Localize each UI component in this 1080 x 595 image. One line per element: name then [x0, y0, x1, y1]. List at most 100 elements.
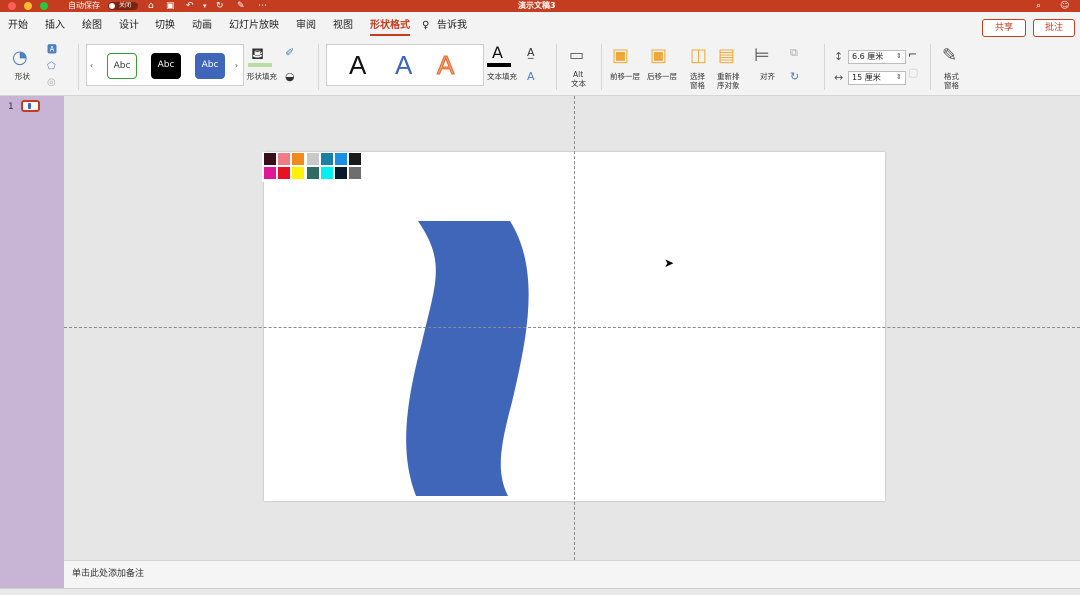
reorder-label-line1[interactable]: 重新排 [717, 72, 740, 81]
divider [824, 44, 825, 90]
home-icon[interactable]: ⌂ [148, 1, 154, 11]
edit-shape-icon[interactable]: ⬠ [47, 60, 56, 74]
undo-icon[interactable]: ↶ [186, 1, 194, 11]
shape-effects-icon[interactable]: ◒ [285, 70, 295, 84]
minimize-window-button[interactable] [24, 2, 32, 10]
autosave-toggle[interactable]: 关闭 [108, 2, 138, 10]
more-icon[interactable]: ⋯ [258, 1, 267, 11]
group-icon[interactable]: ⧉ [790, 46, 798, 60]
shape-fill-color-bar [248, 63, 272, 67]
account-icon[interactable]: ☺ [1060, 1, 1069, 11]
text-fill-label[interactable]: 文本填充 [487, 72, 517, 81]
wave-shape[interactable] [406, 221, 529, 496]
selection-pane-label-line2[interactable]: 窗格 [690, 81, 705, 90]
chevron-down-icon[interactable]: ▾ [203, 1, 207, 11]
format-pane-label-line2[interactable]: 窗格 [944, 81, 959, 90]
style-sample-dark[interactable]: Abc [151, 53, 181, 79]
text-effects-icon[interactable]: A [527, 70, 535, 84]
selection-pane-label-line1[interactable]: 选择 [690, 72, 705, 81]
gallery-scroll-right[interactable]: › [235, 61, 238, 70]
color-swatch[interactable] [349, 153, 362, 165]
search-icon[interactable]: ⌕ [1036, 1, 1041, 11]
vertical-guide[interactable] [574, 96, 575, 560]
crop-icon[interactable]: ⌐ [908, 48, 917, 62]
tab-design[interactable]: 设计 [119, 19, 139, 33]
text-outline-icon[interactable]: A̲ [527, 46, 535, 60]
merge-shapes-icon[interactable]: ◎ [47, 76, 56, 90]
color-swatch[interactable] [278, 153, 291, 165]
height-icon: ↕ [834, 50, 844, 63]
align-icon[interactable]: ⊨ [754, 46, 770, 66]
shape-outline-icon[interactable]: ✐ [285, 46, 294, 60]
send-backward-label[interactable]: 后移一层 [647, 72, 677, 81]
wordart-sample-black[interactable]: A [349, 49, 366, 81]
edit-icon[interactable]: ✎ [237, 1, 245, 11]
text-fill-icon[interactable]: A [492, 44, 503, 62]
color-swatch[interactable] [264, 167, 276, 179]
color-swatch[interactable] [306, 167, 319, 179]
width-stepper-icon[interactable]: ⇕ [896, 70, 902, 84]
tab-slideshow[interactable]: 幻灯片放映 [229, 19, 279, 33]
tab-view[interactable]: 视图 [333, 19, 353, 33]
format-pane-icon[interactable]: ✎ [942, 46, 957, 66]
divider [318, 44, 319, 90]
slide-number: 1 [8, 102, 14, 112]
alt-text-icon[interactable]: ▭ [569, 46, 584, 64]
text-fill-color-bar [487, 63, 511, 67]
tell-me-icon[interactable]: ♀ [422, 19, 429, 33]
save-icon[interactable]: ▣ [166, 1, 175, 11]
color-swatch[interactable] [320, 153, 333, 165]
color-swatch[interactable] [292, 153, 305, 165]
autosave-state: 关闭 [119, 2, 132, 9]
comments-button[interactable]: 批注 [1033, 19, 1075, 37]
tab-home[interactable]: 开始 [8, 19, 28, 33]
reorder-objects-icon[interactable]: ▤ [718, 46, 735, 66]
wordart-sample-orange[interactable]: A [436, 49, 454, 81]
color-swatch[interactable] [349, 167, 362, 179]
tell-me-search[interactable]: 告诉我 [437, 19, 467, 33]
text-box-icon[interactable]: 🅰 [47, 44, 57, 58]
notes-pane[interactable]: 单击此处添加备注 [64, 560, 1080, 588]
color-swatch[interactable] [264, 153, 276, 165]
reorder-label-line2[interactable]: 序对象 [717, 81, 740, 90]
close-window-button[interactable] [8, 2, 16, 10]
bring-forward-icon[interactable]: ▣ [612, 46, 629, 66]
shape-fill-label[interactable]: 形状填充 [247, 72, 277, 81]
tab-draw[interactable]: 绘图 [82, 19, 102, 33]
selection-pane-icon[interactable]: ◫ [690, 46, 707, 66]
format-pane-label-line1[interactable]: 格式 [944, 72, 959, 81]
tab-shape-format[interactable]: 形状格式 [370, 19, 410, 36]
height-stepper-icon[interactable]: ⇕ [896, 49, 902, 63]
tab-transitions[interactable]: 切换 [155, 19, 175, 33]
paint-bucket-icon[interactable]: ⛾ [251, 45, 264, 63]
style-sample-blue[interactable]: Abc [195, 53, 225, 79]
color-swatch[interactable] [306, 153, 319, 165]
color-swatch[interactable] [335, 153, 347, 165]
width-icon: ↔ [834, 71, 844, 84]
send-backward-icon[interactable]: ▣ [650, 46, 667, 66]
color-swatch[interactable] [320, 167, 333, 179]
horizontal-guide[interactable] [64, 327, 1080, 328]
lock-aspect-icon[interactable]: ▢ [908, 66, 918, 80]
shapes-icon[interactable]: ◔ [12, 48, 28, 68]
document-title: 演示文稿3 [518, 1, 556, 10]
wordart-sample-blue[interactable]: A [395, 49, 412, 81]
rotate-icon[interactable]: ↻ [790, 70, 799, 84]
color-swatch[interactable] [335, 167, 347, 179]
align-label[interactable]: 对齐 [760, 72, 775, 81]
wordart-gallery: A A A [326, 44, 484, 86]
tab-insert[interactable]: 插入 [45, 19, 65, 33]
gallery-scroll-left[interactable]: ‹ [90, 61, 93, 70]
slide-thumbnail[interactable] [21, 100, 40, 112]
tab-animations[interactable]: 动画 [192, 19, 212, 33]
style-sample-outline[interactable]: Abc [107, 53, 137, 79]
share-button[interactable]: 共享 [982, 19, 1026, 37]
color-swatch[interactable] [278, 167, 291, 179]
divider [556, 44, 557, 90]
bring-forward-label[interactable]: 前移一层 [610, 72, 640, 81]
title-bar: 自动保存 关闭 ⌂ ▣ ↶ ▾ ↻ ✎ ⋯ 演示文稿3 ⌕ ☺ [0, 0, 1080, 12]
color-swatch[interactable] [292, 167, 305, 179]
tab-review[interactable]: 审阅 [296, 19, 316, 33]
zoom-window-button[interactable] [40, 2, 48, 10]
redo-icon[interactable]: ↻ [216, 1, 224, 11]
